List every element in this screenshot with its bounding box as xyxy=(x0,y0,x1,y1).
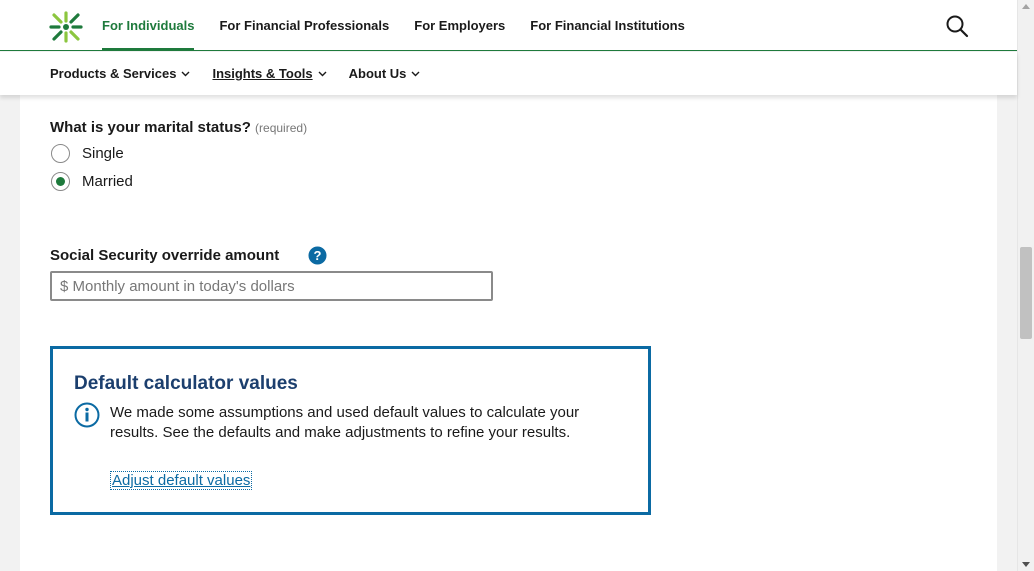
default-values-description: We made some assumptions and used defaul… xyxy=(110,404,580,441)
radio-single[interactable] xyxy=(51,144,70,163)
secondary-nav: Products & Services Insights & Tools Abo… xyxy=(0,52,1017,95)
marital-status-question: What is your marital status? (required) xyxy=(50,119,307,136)
nav-products-services-label: Products & Services xyxy=(50,66,177,81)
search-icon[interactable] xyxy=(944,13,970,39)
adjust-default-values-link[interactable]: Adjust default values xyxy=(110,471,253,490)
required-note: (required) xyxy=(255,121,308,135)
tab-for-financial-institutions[interactable]: For Financial Institutions xyxy=(530,0,685,51)
tab-for-financial-professionals[interactable]: For Financial Professionals xyxy=(219,0,389,51)
chevron-down-icon xyxy=(411,71,420,77)
chevron-down-icon xyxy=(181,71,190,77)
radio-married[interactable] xyxy=(51,172,70,191)
brand-logo-icon[interactable] xyxy=(48,10,84,44)
nav-products-services[interactable]: Products & Services xyxy=(50,66,190,81)
nav-about-us-label: About Us xyxy=(348,66,407,81)
scrollbar-thumb[interactable] xyxy=(1020,247,1032,339)
marital-status-label: What is your marital status? xyxy=(50,119,251,136)
calculator-form: What is your marital status? (required) … xyxy=(20,95,997,571)
default-values-panel: Default calculator values We made some a… xyxy=(50,346,651,515)
radio-single-label: Single xyxy=(82,145,124,162)
page-scrollbar[interactable] xyxy=(1017,0,1034,571)
audience-tabs: For Individuals For Financial Profession… xyxy=(102,0,710,51)
secondary-nav-items: Products & Services Insights & Tools Abo… xyxy=(50,52,442,95)
chevron-down-icon xyxy=(318,71,327,77)
radio-option-married[interactable]: Married xyxy=(51,172,133,191)
scroll-up-arrow-icon[interactable] xyxy=(1022,4,1030,9)
ss-override-label: Social Security override amount xyxy=(50,247,280,264)
svg-text:?: ? xyxy=(314,248,322,263)
radio-option-single[interactable]: Single xyxy=(51,144,124,163)
scroll-down-arrow-icon[interactable] xyxy=(1022,562,1030,567)
info-icon xyxy=(74,402,100,428)
nav-insights-tools[interactable]: Insights & Tools xyxy=(212,66,327,81)
nav-about-us[interactable]: About Us xyxy=(349,66,421,81)
default-values-title: Default calculator values xyxy=(74,373,298,394)
top-header: For Individuals For Financial Profession… xyxy=(0,0,1017,51)
tab-for-individuals[interactable]: For Individuals xyxy=(102,0,195,51)
nav-insights-tools-label: Insights & Tools xyxy=(212,66,313,81)
radio-married-label: Married xyxy=(82,173,133,190)
tab-for-employers[interactable]: For Employers xyxy=(414,0,505,51)
ss-override-input[interactable] xyxy=(50,271,493,301)
help-icon[interactable]: ? xyxy=(308,246,327,265)
